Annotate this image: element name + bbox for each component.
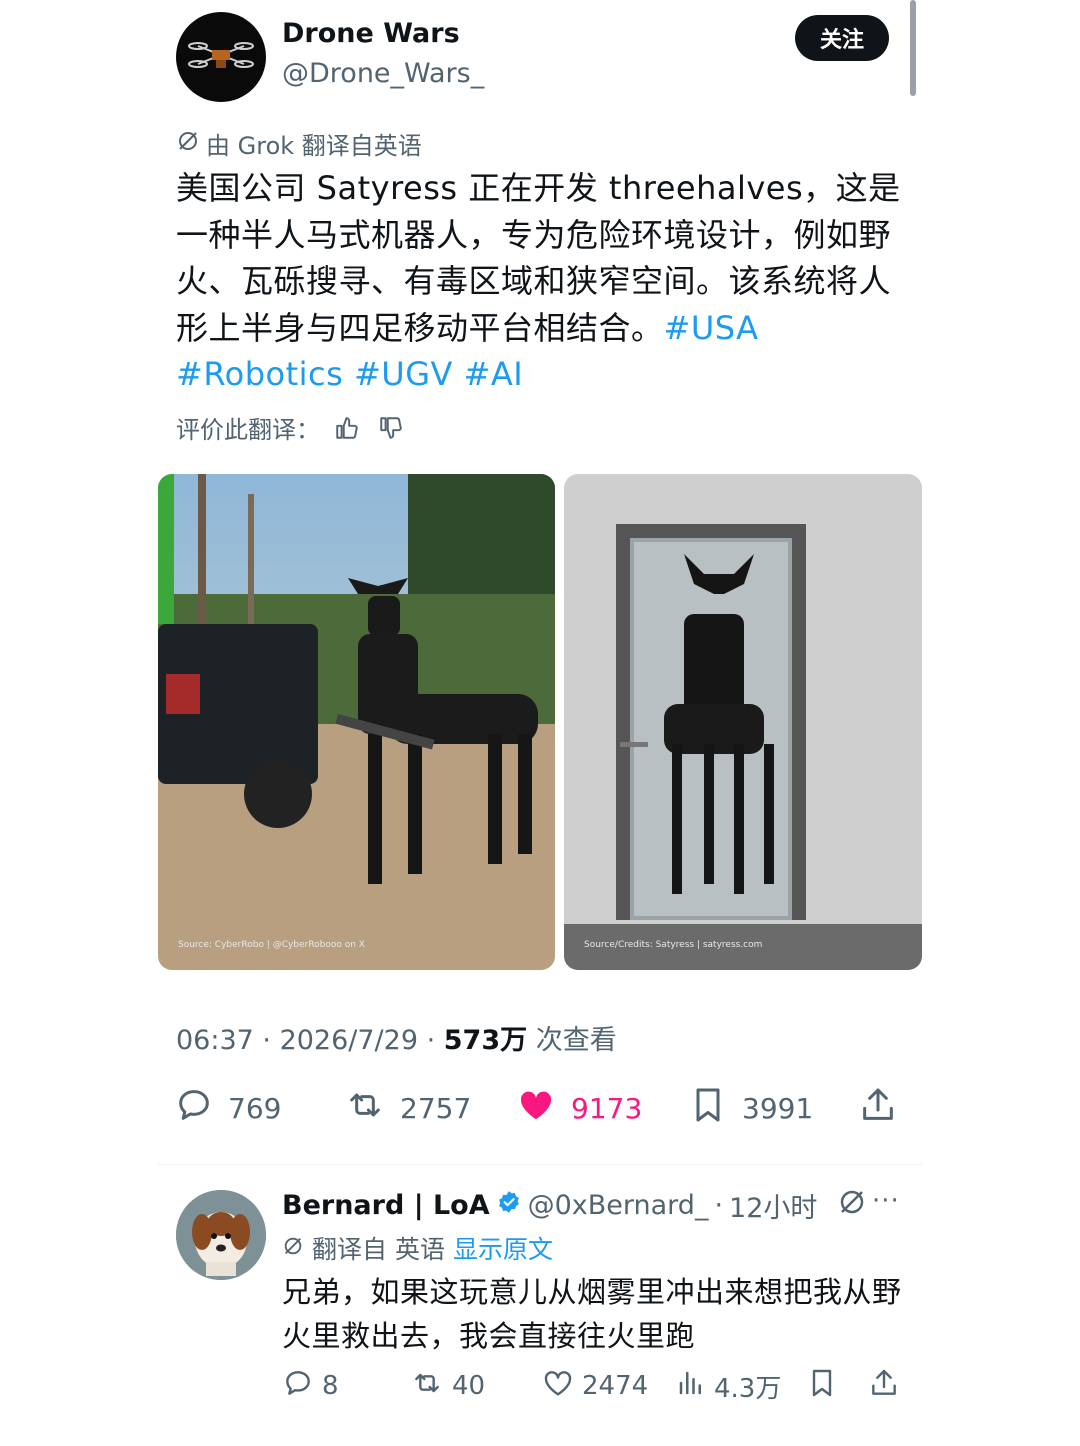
scrollbar[interactable] [910, 0, 916, 96]
heart-icon [542, 1367, 574, 1406]
hashtag-robotics[interactable]: #Robotics [176, 355, 343, 393]
reply-header: Bernard | LoA @0xBernard_ · 12小时 [282, 1186, 867, 1225]
reply-views-action[interactable]: 4.3万 [676, 1366, 781, 1406]
tweet-date[interactable]: 2026/7/29 [280, 1025, 418, 1056]
bookmark-action[interactable]: 3991 [688, 1083, 813, 1133]
reply-like-action[interactable]: 2474 [542, 1366, 648, 1406]
reply-translation-prefix: 翻译自 英语 [312, 1235, 445, 1264]
thumbs-up-icon[interactable] [330, 411, 364, 445]
photo-caption: Source/Credits: Satyress | satyress.com [584, 940, 763, 950]
reply-separator: · [714, 1190, 724, 1221]
reply-count: 769 [228, 1091, 282, 1125]
rate-translation: 评价此翻译： [176, 410, 408, 445]
author-avatar[interactable] [176, 12, 266, 102]
tweet-photo-doorway[interactable]: Source/Credits: Satyress | satyress.com [564, 474, 922, 970]
reply-bookmark-action[interactable] [806, 1366, 838, 1406]
follow-button[interactable]: 关注 [795, 15, 889, 61]
views-icon [676, 1367, 706, 1406]
tweet-body-text: 美国公司 Satyress 正在开发 threehalves，这是一种半人马式机… [176, 169, 901, 347]
hashtag-ugv[interactable]: #UGV [354, 355, 453, 393]
reply-author-handle[interactable]: @0xBernard_ [528, 1190, 709, 1221]
hashtag-usa[interactable]: #USA [664, 309, 759, 347]
show-original-link[interactable]: 显示原文 [453, 1230, 553, 1266]
retweet-icon [410, 1367, 444, 1406]
retweet-count: 2757 [400, 1091, 472, 1125]
rate-label: 评价此翻译： [176, 416, 320, 444]
grok-translate-icon [176, 129, 200, 159]
like-count: 9173 [571, 1091, 643, 1125]
reply-like-count: 2474 [582, 1371, 649, 1401]
like-action[interactable]: 9173 [515, 1083, 642, 1133]
tweet-body: 美国公司 Satyress 正在开发 threehalves，这是一种半人马式机… [176, 165, 904, 398]
grok-translate-icon[interactable] [837, 1187, 867, 1224]
photo-caption: Source: CyberRobo | @CyberRobooo on X [178, 940, 365, 950]
heart-icon [515, 1085, 557, 1132]
share-icon [868, 1367, 900, 1406]
translation-note: 由 Grok 翻译自英语 [176, 126, 422, 161]
tweet-time[interactable]: 06:37 [176, 1025, 254, 1056]
views-label: 次查看 [535, 1025, 617, 1056]
retweet-action[interactable]: 2757 [344, 1083, 471, 1133]
author-name[interactable]: Drone Wars [282, 18, 460, 49]
views-count: 573万 [443, 1025, 528, 1056]
retweet-icon [344, 1085, 386, 1132]
thumbs-down-icon[interactable] [374, 411, 408, 445]
bookmark-icon [806, 1367, 838, 1406]
reply-author-name[interactable]: Bernard | LoA [282, 1190, 490, 1221]
reply-retweet-action[interactable]: 40 [410, 1366, 485, 1406]
reply-reply-count: 8 [322, 1371, 339, 1401]
share-icon [858, 1085, 898, 1132]
reply-avatar[interactable] [176, 1190, 266, 1280]
reply-share-action[interactable] [868, 1366, 900, 1406]
reply-time[interactable]: 12小时 [729, 1186, 817, 1225]
tweet-photo-outdoor[interactable]: Source: CyberRobo | @CyberRobooo on X [158, 474, 555, 970]
verified-badge-icon [496, 1189, 522, 1222]
share-action[interactable] [858, 1083, 898, 1133]
reply-icon [282, 1367, 314, 1406]
reply-body: 兄弟，如果这玩意儿从烟雾里冲出来想把我从野火里救出去，我会直接往火里跑 [282, 1275, 902, 1353]
tweet-meta: 06:37 · 2026/7/29 · 573万 次查看 [176, 1025, 617, 1056]
hashtag-ai[interactable]: #AI [464, 355, 524, 393]
reply-action[interactable]: 769 [174, 1083, 281, 1133]
reply-retweet-count: 40 [452, 1371, 486, 1401]
reply-icon [174, 1085, 214, 1132]
reply-reply-action[interactable]: 8 [282, 1366, 339, 1406]
reply-views-count: 4.3万 [714, 1373, 782, 1404]
grok-translate-icon [282, 1234, 304, 1263]
more-icon[interactable]: ··· [872, 1186, 900, 1216]
bookmark-count: 3991 [742, 1091, 814, 1125]
reply-translation-note: 翻译自 英语 显示原文 [282, 1230, 553, 1266]
author-handle[interactable]: @Drone_Wars_ [282, 58, 484, 89]
translation-note-text: 由 Grok 翻译自英语 [206, 132, 422, 160]
divider [158, 1164, 922, 1165]
bookmark-icon [688, 1085, 728, 1132]
